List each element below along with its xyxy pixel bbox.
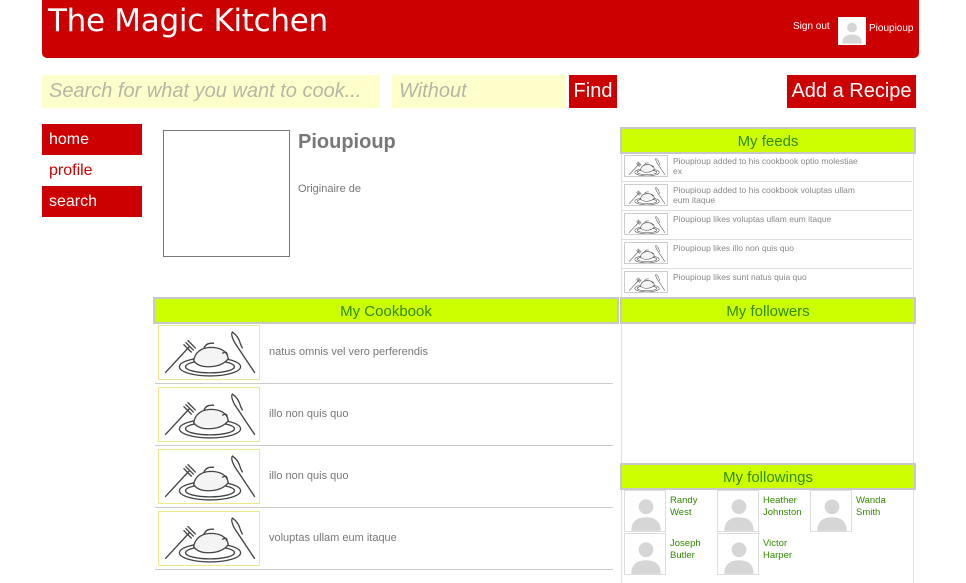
feed-item[interactable]: Pioupioup added to his cookbook optio mo… [622, 153, 912, 182]
add-recipe-button[interactable]: Add a Recipe [787, 75, 916, 108]
cookbook-item[interactable]: illo non quis quo [155, 384, 613, 446]
cookbook-item[interactable]: illo non quis quo [155, 446, 613, 508]
recipe-title[interactable]: illo non quis quo [269, 470, 349, 482]
feed-text: Pioupioup added to his cookbook optio mo… [673, 156, 858, 176]
user-avatar-icon[interactable] [717, 533, 759, 575]
header-bar: The Magic Kitchen Sign out Pioupioup [42, 0, 919, 58]
following-item[interactable]: Heather Johnston [717, 490, 807, 532]
feed-text: Pioupioup likes illo non quis quo [673, 243, 794, 253]
user-avatar-icon[interactable] [624, 533, 666, 575]
user-avatar-icon[interactable] [717, 490, 759, 532]
following-item[interactable]: Joseph Butler [624, 533, 714, 575]
nav-profile[interactable]: profile [42, 155, 142, 186]
cookbook-header: My Cookbook [153, 297, 619, 324]
following-item[interactable]: Randy West [624, 490, 714, 532]
without-input[interactable] [392, 75, 566, 108]
cookbook-item[interactable]: voluptas ullam eum itaque [155, 508, 613, 570]
user-avatar-icon[interactable] [838, 17, 866, 45]
following-name[interactable]: Wanda Smith [856, 495, 900, 519]
recipe-thumbnail-icon [158, 511, 260, 566]
feed-item[interactable]: Pioupioup likes sunt natus quia quo [622, 269, 912, 298]
feed-item[interactable]: Pioupioup added to his cookbook voluptas… [622, 182, 912, 211]
feed-text: Pioupioup likes voluptas ullam eum itaqu… [673, 214, 832, 224]
cookbook-list: natus omnis vel vero perferendis illo no… [155, 322, 615, 583]
following-name[interactable]: Victor Harper [763, 538, 807, 562]
profile-name: Pioupioup [298, 131, 396, 153]
followings-header: My followings [620, 463, 916, 490]
recipe-title[interactable]: voluptas ullam eum itaque [269, 532, 397, 544]
cookbook-item[interactable]: natus omnis vel vero perferendis [155, 322, 613, 384]
recipe-thumbnail-icon [624, 213, 668, 235]
nav-search[interactable]: search [42, 186, 142, 217]
user-avatar-icon[interactable] [624, 490, 666, 532]
profile-photo [163, 130, 290, 257]
search-input[interactable] [42, 75, 380, 108]
feeds-header: My feeds [620, 127, 916, 154]
recipe-thumbnail-icon [158, 325, 260, 380]
recipe-thumbnail-icon [624, 184, 668, 206]
sign-out-link[interactable]: Sign out [793, 21, 830, 32]
feed-text: Pioupioup likes sunt natus quia quo [673, 272, 807, 282]
recipe-thumbnail-icon [158, 449, 260, 504]
following-name[interactable]: Heather Johnston [763, 495, 807, 519]
feed-item[interactable]: Pioupioup likes illo non quis quo [622, 240, 912, 269]
following-name[interactable]: Joseph Butler [670, 538, 714, 562]
find-button[interactable]: Find [569, 75, 617, 108]
following-item[interactable]: Wanda Smith [810, 490, 900, 532]
nav-home[interactable]: home [42, 124, 142, 155]
profile-origin: Originaire de [298, 183, 361, 195]
recipe-thumbnail-icon [624, 155, 668, 177]
recipe-thumbnail-icon [624, 242, 668, 264]
following-item[interactable]: Victor Harper [717, 533, 807, 575]
following-name[interactable]: Randy West [670, 495, 714, 519]
recipe-thumbnail-icon [158, 387, 260, 442]
recipe-thumbnail-icon [624, 271, 668, 293]
user-avatar-icon[interactable] [810, 490, 852, 532]
feed-text: Pioupioup added to his cookbook voluptas… [673, 185, 855, 205]
followers-header: My followers [620, 297, 916, 324]
header-username[interactable]: Pioupioup [869, 23, 913, 34]
recipe-title[interactable]: illo non quis quo [269, 408, 349, 420]
site-logo[interactable]: The Magic Kitchen [48, 3, 328, 39]
recipe-title[interactable]: natus omnis vel vero perferendis [269, 346, 428, 358]
feed-item[interactable]: Pioupioup likes voluptas ullam eum itaqu… [622, 211, 912, 240]
